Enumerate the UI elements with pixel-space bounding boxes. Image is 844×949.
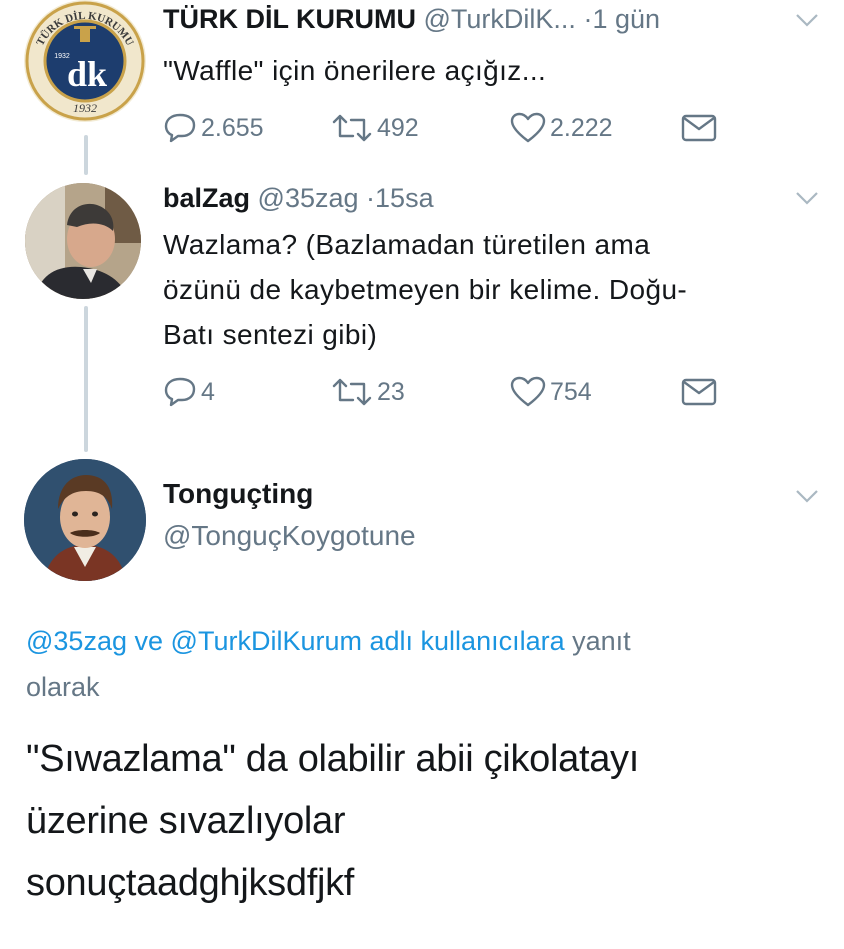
mention-link[interactable]: @TurkDilKurum — [171, 626, 362, 656]
chevron-down-icon[interactable] — [794, 190, 820, 206]
retweet-action[interactable]: 492 — [331, 112, 419, 144]
envelope-icon — [681, 378, 717, 406]
heart-icon — [510, 376, 546, 407]
reply-suffix: olarak — [26, 672, 100, 702]
like-action[interactable]: 2.222 — [510, 112, 613, 144]
thread-line-2 — [84, 306, 88, 452]
display-name[interactable]: TÜRK DİL KURUMU — [163, 4, 416, 34]
tweet-3-line: üzerine sıvazlıyolar — [26, 800, 346, 842]
reply-connector: ve — [134, 626, 164, 656]
separator: · — [366, 183, 376, 213]
timestamp[interactable]: 15sa — [375, 183, 434, 213]
tweet-2-line: Wazlama? (Bazlamadan türetilen ama — [163, 229, 651, 260]
envelope-icon — [681, 114, 717, 142]
tdk-logo-icon: TÜRK DİL KURUMU 1932 dk 1932 — [25, 1, 145, 121]
retweet-icon — [332, 114, 372, 142]
tweet-1-header: TÜRK DİL KURUMU @TurkDilK... ·1 gün — [163, 4, 660, 35]
handle[interactable]: @TonguçKoygotune — [163, 520, 416, 552]
retweet-icon — [332, 378, 372, 406]
display-name[interactable]: balZag — [163, 183, 250, 213]
reply-suffix: yanıt — [572, 626, 631, 656]
chevron-down-icon[interactable] — [794, 488, 820, 504]
heart-icon — [510, 112, 546, 143]
tdk-year: 1932 — [73, 101, 97, 115]
user-photo-icon — [24, 459, 146, 581]
reply-count: 2.655 — [201, 113, 264, 142]
like-count: 2.222 — [550, 113, 613, 142]
reply-users-link[interactable]: adlı kullanıcılara — [370, 626, 565, 656]
chevron-down-icon[interactable] — [794, 12, 820, 28]
reply-action[interactable]: 2.655 — [163, 112, 264, 144]
tweet-2-text: Wazlama? (Bazlamadan türetilen ama özünü… — [163, 222, 823, 357]
balzag-avatar[interactable] — [25, 183, 141, 299]
tweet-2-header: balZag @35zag ·15sa — [163, 183, 434, 214]
tweet-3-text: "Sıwazlama" da olabilir abii çikolatayı … — [26, 728, 826, 914]
handle[interactable]: @TurkDilK... — [424, 4, 576, 34]
reply-action[interactable]: 4 — [163, 376, 215, 408]
retweet-count: 23 — [377, 377, 405, 406]
like-action[interactable]: 754 — [510, 376, 592, 408]
timestamp[interactable]: 1 gün — [592, 4, 660, 34]
tweet-2-line: Batı sentezi gibi) — [163, 319, 378, 350]
reply-icon — [164, 113, 196, 143]
user-photo-icon — [25, 183, 141, 299]
reply-context: @35zag ve @TurkDilKurum adlı kullanıcıla… — [26, 618, 826, 710]
reply-icon — [164, 377, 196, 407]
dm-action[interactable] — [681, 114, 717, 142]
reply-count: 4 — [201, 377, 215, 406]
tdk-avatar[interactable]: TÜRK DİL KURUMU 1932 dk 1932 — [24, 0, 146, 122]
display-name[interactable]: Tonguçting — [163, 478, 313, 510]
tweet-1-text: "Waffle" için önerilere açığız... — [163, 55, 547, 86]
retweet-count: 492 — [377, 113, 419, 142]
tweet-3-line: sonuçtaadghjksdfjkf — [26, 862, 355, 904]
tweet-3-line: "Sıwazlama" da olabilir abii çikolatayı — [26, 738, 639, 780]
thread-line-1 — [84, 135, 88, 175]
handle[interactable]: @35zag — [258, 183, 359, 213]
mention-link[interactable]: @35zag — [26, 626, 127, 656]
tweet-2-line: özünü de kaybetmeyen bir kelime. Doğu- — [163, 274, 688, 305]
retweet-action[interactable]: 23 — [331, 376, 405, 408]
tonguc-avatar[interactable] — [24, 459, 146, 581]
like-count: 754 — [550, 377, 592, 406]
tdk-small-year: 1932 — [54, 53, 70, 60]
tdk-monogram: dk — [67, 54, 107, 94]
dm-action[interactable] — [681, 378, 717, 406]
